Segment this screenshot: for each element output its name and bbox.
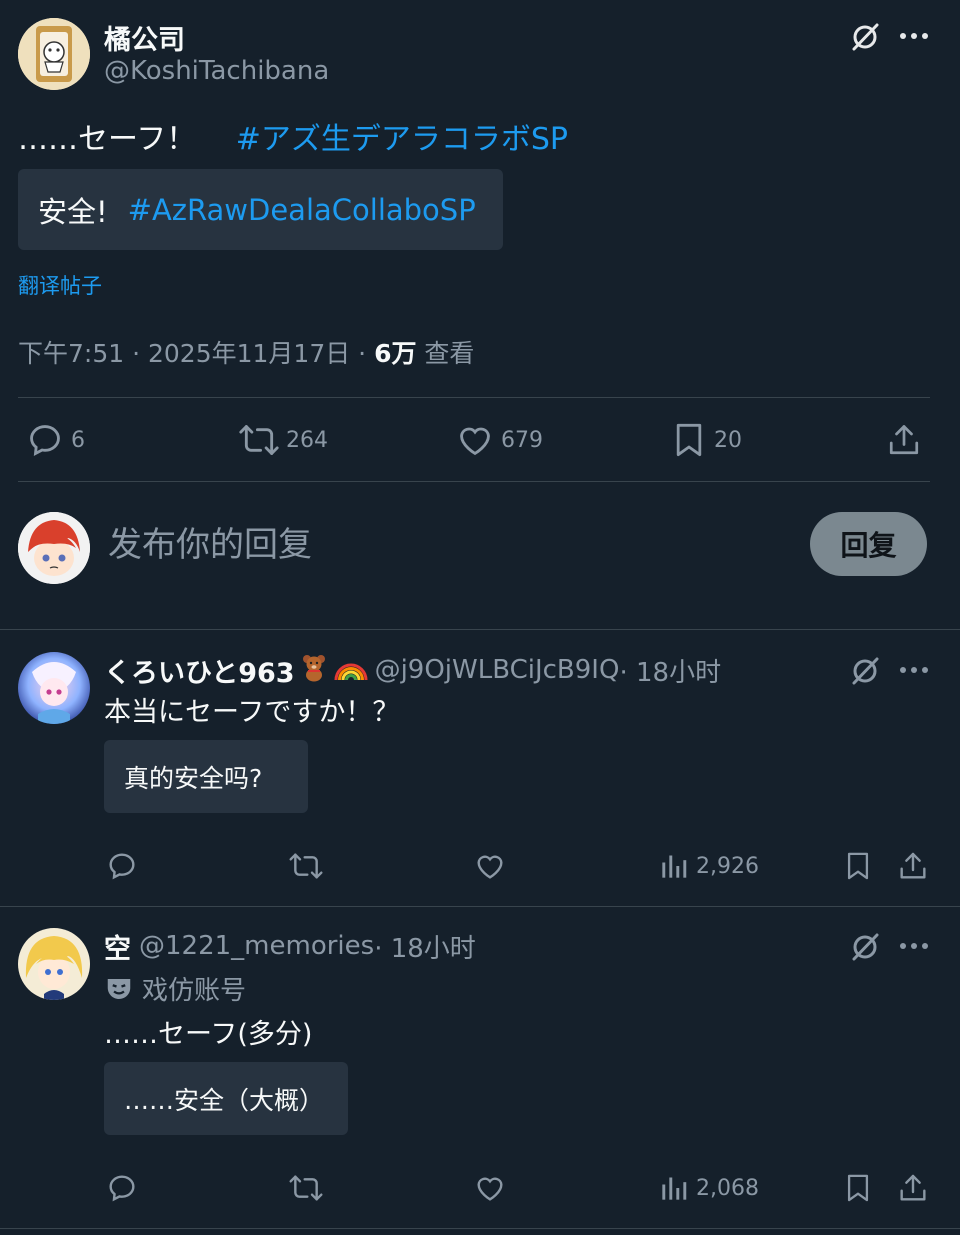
rainbow-emoji-icon bbox=[333, 652, 369, 689]
teddy-bear-emoji-icon bbox=[299, 652, 329, 689]
share-button[interactable] bbox=[884, 420, 924, 460]
analytics-icon bbox=[662, 1177, 687, 1200]
reply-author-handle[interactable]: @1221_memories bbox=[139, 931, 374, 961]
divider bbox=[18, 397, 930, 398]
post-timestamp[interactable]: 下午7:51 · 2025年11月17日 · bbox=[18, 339, 374, 368]
heart-icon bbox=[460, 427, 490, 456]
reply-button[interactable] bbox=[104, 848, 140, 884]
like-button[interactable]: 679 bbox=[456, 420, 543, 460]
share-button[interactable] bbox=[895, 848, 931, 884]
author-handle[interactable]: @KoshiTachibana bbox=[104, 56, 329, 86]
views-button[interactable]: 2,068 bbox=[660, 1170, 759, 1206]
parody-account-text: 戏仿账号 bbox=[142, 976, 247, 1006]
view-count: 2,068 bbox=[696, 1175, 759, 1201]
author-name[interactable]: 橘公司 bbox=[104, 18, 185, 57]
reply-icon bbox=[30, 425, 60, 456]
reply-translation-text: ……安全（大概） bbox=[124, 1085, 325, 1115]
more-options-icon[interactable] bbox=[896, 20, 932, 52]
heart-icon bbox=[477, 1177, 503, 1201]
divider bbox=[0, 906, 960, 907]
translation-text: 安全! bbox=[38, 194, 108, 229]
share-button[interactable] bbox=[895, 1170, 931, 1206]
translation-hashtag-link[interactable]: #AzRawDealaCollaboSP bbox=[128, 193, 476, 227]
reply-text: 本当にセーフですか！？ bbox=[104, 697, 400, 728]
reply-author-name[interactable]: 空 bbox=[104, 927, 131, 966]
divider bbox=[0, 629, 960, 630]
grok-icon[interactable] bbox=[846, 928, 884, 966]
reply-submit-button[interactable]: 回复 bbox=[810, 512, 927, 576]
analytics-icon bbox=[662, 855, 687, 878]
translation-box: 安全! #AzRawDealaCollaboSP bbox=[18, 169, 503, 250]
repost-icon bbox=[289, 1175, 323, 1201]
reply-icon bbox=[109, 853, 135, 880]
reply-author-handle[interactable]: @j9OjWLBCiJcB9IQ bbox=[375, 655, 620, 685]
current-user-avatar[interactable] bbox=[18, 512, 90, 584]
reply-author-avatar[interactable] bbox=[18, 652, 90, 724]
parody-account-label: 戏仿账号 bbox=[104, 970, 246, 1007]
grok-icon[interactable] bbox=[846, 18, 884, 56]
view-label[interactable]: 查看 bbox=[416, 339, 474, 368]
views-button[interactable]: 2,926 bbox=[660, 848, 759, 884]
bookmark-icon bbox=[676, 423, 702, 457]
theater-mask-icon bbox=[107, 978, 131, 999]
more-options-icon[interactable] bbox=[896, 654, 932, 686]
like-count: 679 bbox=[501, 427, 543, 453]
repost-icon bbox=[239, 425, 279, 455]
grok-icon[interactable] bbox=[846, 652, 884, 690]
share-icon bbox=[889, 425, 919, 455]
repost-button[interactable]: 264 bbox=[238, 420, 328, 460]
repost-count: 264 bbox=[286, 427, 328, 453]
author-avatar[interactable] bbox=[18, 18, 90, 90]
reply-button[interactable]: 6 bbox=[26, 420, 85, 460]
post-hashtag-link[interactable]: #アズ生デアラコラボSP bbox=[236, 122, 568, 157]
repost-icon bbox=[289, 853, 323, 879]
heart-icon bbox=[477, 855, 503, 879]
bookmark-button[interactable] bbox=[840, 1170, 876, 1206]
more-options-icon[interactable] bbox=[896, 930, 932, 962]
reply-translation-box: 真的安全吗? bbox=[104, 740, 308, 813]
reply-header: くろいひと963 @j9OjWLBCiJcB9IQ · 18小时 bbox=[104, 651, 721, 690]
repost-button[interactable] bbox=[286, 848, 326, 884]
reply-count: 6 bbox=[71, 427, 85, 453]
post-meta: 下午7:51 · 2025年11月17日 · 6万 查看 bbox=[18, 334, 474, 370]
like-button[interactable] bbox=[472, 848, 508, 884]
like-button[interactable] bbox=[472, 1170, 508, 1206]
reply-button[interactable] bbox=[104, 1170, 140, 1206]
reply-input[interactable]: 发布你的回复 bbox=[108, 522, 788, 568]
share-icon bbox=[900, 852, 926, 879]
bookmark-button[interactable]: 20 bbox=[672, 420, 742, 460]
reply-timestamp[interactable]: · 18小时 bbox=[619, 652, 721, 689]
translate-post-link[interactable]: 翻译帖子 bbox=[18, 270, 102, 300]
post-text: ……セーフ！ #アズ生デアラコラボSP bbox=[18, 114, 568, 158]
bookmark-button[interactable] bbox=[840, 848, 876, 884]
reply-icon bbox=[109, 1175, 135, 1202]
divider bbox=[18, 481, 930, 482]
view-count: 6万 bbox=[374, 339, 417, 368]
reply-text: ……セーフ(多分) bbox=[104, 1019, 313, 1050]
view-count: 2,926 bbox=[696, 853, 759, 879]
bookmark-icon bbox=[847, 1174, 869, 1202]
repost-button[interactable] bbox=[286, 1170, 326, 1206]
divider bbox=[0, 1228, 960, 1229]
share-icon bbox=[900, 1174, 926, 1201]
post-body: ……セーフ！ bbox=[18, 122, 197, 157]
reply-author-name[interactable]: くろいひと963 bbox=[104, 651, 295, 690]
reply-translation-box: ……安全（大概） bbox=[104, 1062, 348, 1135]
bookmark-count: 20 bbox=[714, 427, 742, 453]
reply-header: 空 @1221_memories · 18小时 bbox=[104, 927, 476, 966]
bookmark-icon bbox=[847, 852, 869, 880]
reply-author-avatar[interactable] bbox=[18, 928, 90, 1000]
reply-timestamp[interactable]: · 18小时 bbox=[374, 928, 476, 965]
reply-translation-text: 真的安全吗? bbox=[124, 763, 263, 793]
